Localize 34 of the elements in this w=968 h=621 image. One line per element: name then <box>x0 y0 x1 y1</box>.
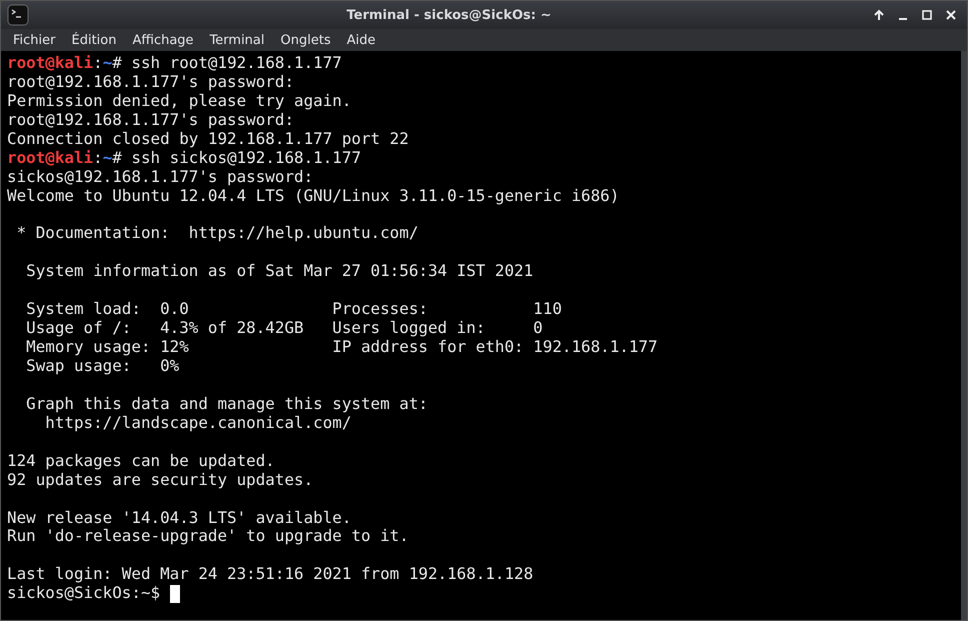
terminal-icon <box>7 4 29 26</box>
menu-item[interactable]: Édition <box>64 30 124 50</box>
output-line: System information as of Sat Mar 27 01:56:34 IST 2021 <box>25 262 534 282</box>
output-line: Run 'do-release-upgrade' to upgrade to it. <box>7 527 409 546</box>
output-line: Permission denied, please try again. <box>7 92 352 111</box>
output-line: root@192.168.1.177's password: <box>7 72 294 92</box>
output-line: Usage of /: 4.3% of 28.42GB Users logged in: 0 <box>25 319 543 338</box>
output-line: Connection closed by 192.168.1.177 port 22 <box>7 130 409 149</box>
output-line: root@192.168.1.177's password: <box>7 110 294 130</box>
close-icon <box>945 9 957 21</box>
output-line: 92 updates are security updates. <box>7 470 314 490</box>
prompt-line: sickos@SickOs:~$ <box>7 584 162 604</box>
menu-item[interactable]: Terminal <box>202 30 273 50</box>
output-line: 124 packages can be updated. <box>7 452 275 471</box>
prompt-line: root@kali:~# ssh sickos@192.168.1.177 <box>7 148 362 168</box>
menu-item[interactable]: Aide <box>338 30 384 50</box>
menu-item[interactable]: Fichier <box>5 30 64 50</box>
output-line: https://landscape.canonical.com/ <box>44 414 352 433</box>
output-line: New release '14.04.3 LTS' available. <box>7 508 352 528</box>
output-line: Last login: Wed Mar 24 23:51:16 2021 from 192.168.1.128 <box>7 565 534 584</box>
minimize-icon <box>899 18 907 20</box>
window-title: Terminal - sickos@SickOs: ~ <box>346 8 552 22</box>
output-line: System load: 0.0 Processes: 110 <box>25 300 562 320</box>
prompt-line: root@kali:~# ssh root@192.168.1.177 <box>7 54 342 73</box>
output-line: * Documentation: https://help.ubuntu.com/ <box>16 224 418 244</box>
menu-item[interactable]: Affichage <box>124 30 202 50</box>
maximize-icon <box>921 9 933 21</box>
output-line: Swap usage: 0% <box>25 357 180 376</box>
output-line: Memory usage: 12% IP address for eth0: 192.168.1.177 <box>25 338 658 357</box>
output-line: sickos@192.168.1.177's password: <box>7 168 314 187</box>
output-line: Graph this data and manage this system at: <box>25 394 428 414</box>
output-line: Welcome to Ubuntu 12.04.4 LTS (GNU/Linux 3.11.0-15-generic i686) <box>7 186 620 206</box>
menu-item[interactable]: Onglets <box>272 30 339 50</box>
up-arrow-icon <box>873 9 885 21</box>
